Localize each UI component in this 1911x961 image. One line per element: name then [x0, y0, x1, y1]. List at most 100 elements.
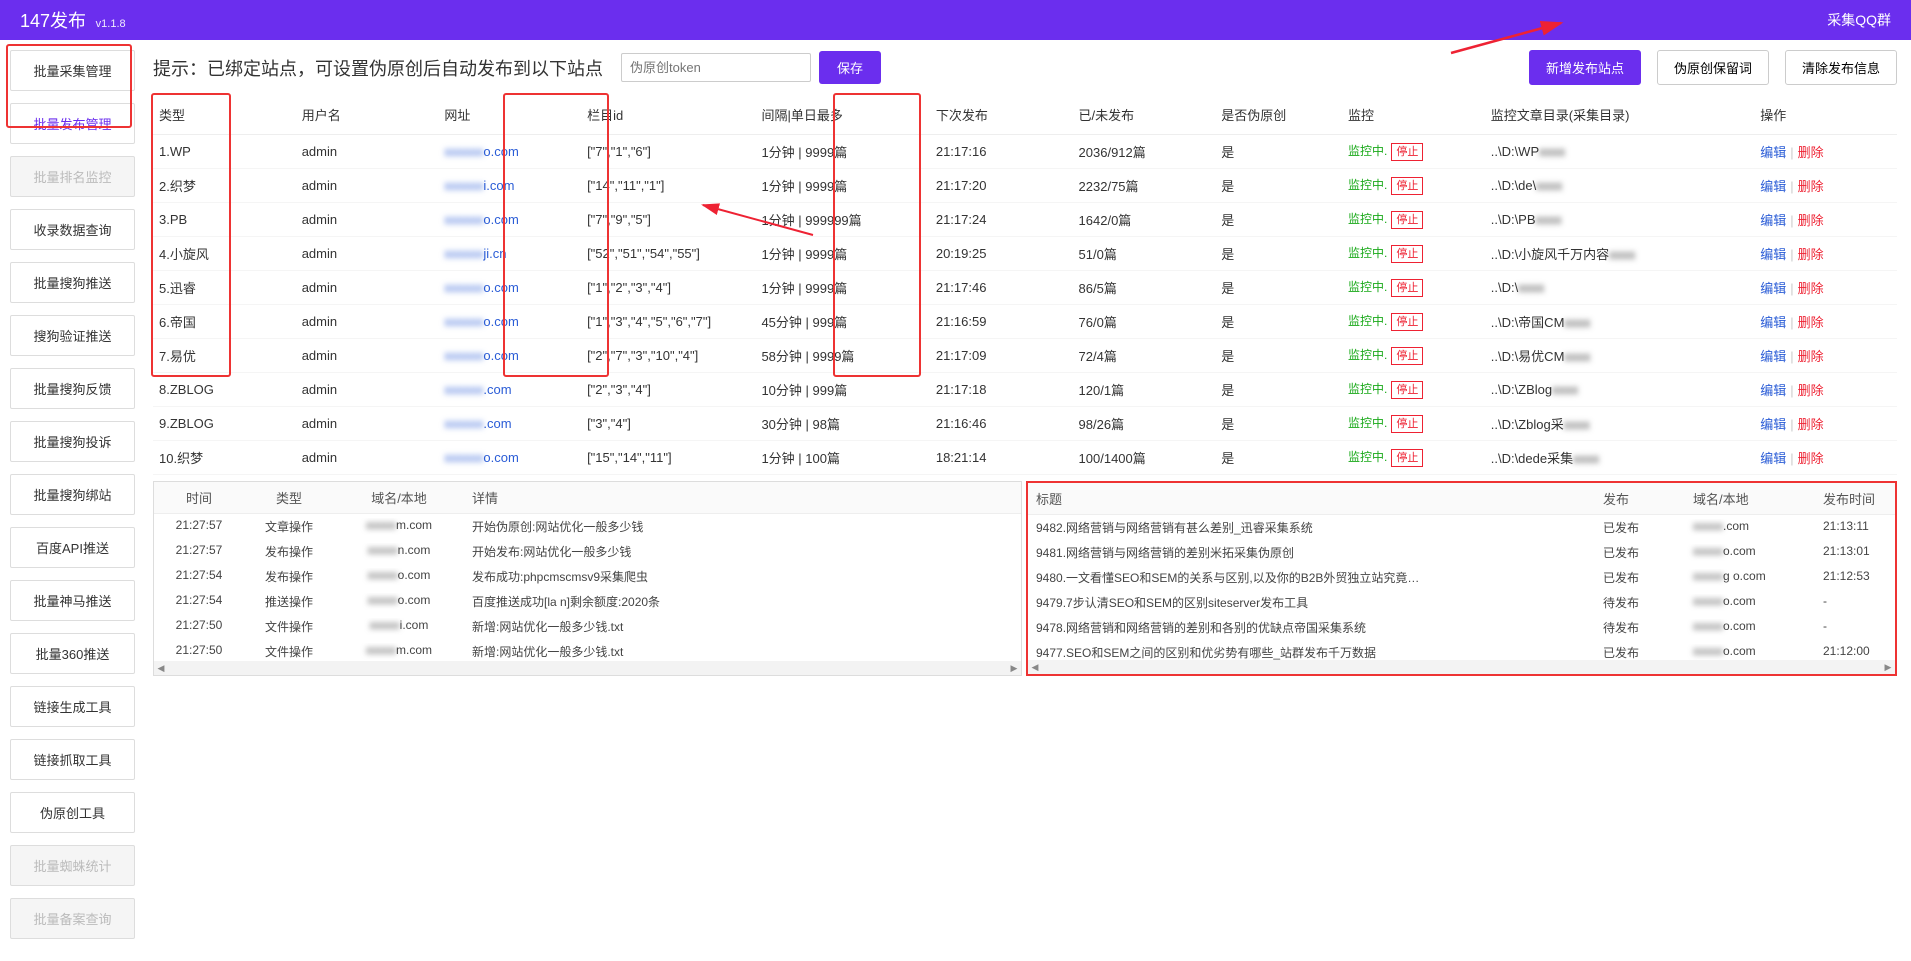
add-site-button[interactable]: 新增发布站点 [1529, 50, 1641, 85]
sidebar-item-7[interactable]: 批量搜狗投诉 [10, 421, 135, 462]
monitor-status: 监控中. [1348, 212, 1387, 226]
table-header: 间隔|单日最多 [755, 95, 929, 135]
sidebar-item-15: 批量蜘蛛统计 [10, 845, 135, 886]
sidebar-item-1[interactable]: 批量发布管理 [10, 103, 135, 144]
log-row: 21:27:57文章操作xxxxxm.com开始伪原创:网站优化一般多少钱 [154, 514, 1021, 539]
table-row: 10.织梦adminxxxxxxo.com["15","14","11"]1分钟… [153, 441, 1897, 475]
delete-link[interactable]: 删除 [1798, 179, 1824, 194]
scrollbar[interactable]: ◀▶ [154, 661, 1021, 675]
log-row: 21:27:57发布操作xxxxxn.com开始发布:网站优化一般多少钱 [154, 539, 1021, 564]
delete-link[interactable]: 删除 [1798, 349, 1824, 364]
monitor-status: 监控中. [1348, 314, 1387, 328]
edit-link[interactable]: 编辑 [1760, 145, 1786, 160]
sidebar-item-0[interactable]: 批量采集管理 [10, 50, 135, 91]
monitor-status: 监控中. [1348, 144, 1387, 158]
app-title: 147发布 v1.1.8 [20, 7, 126, 33]
stop-button[interactable]: 停止 [1391, 313, 1423, 331]
log-header: 时间 [154, 488, 244, 507]
delete-link[interactable]: 删除 [1798, 383, 1824, 398]
sidebar-item-13[interactable]: 链接抓取工具 [10, 739, 135, 780]
stop-button[interactable]: 停止 [1391, 449, 1423, 467]
log-header: 详情 [464, 488, 1021, 507]
save-button[interactable]: 保存 [819, 51, 881, 84]
table-header: 下次发布 [930, 95, 1073, 135]
table-header: 类型 [153, 95, 296, 135]
stop-button[interactable]: 停止 [1391, 143, 1423, 161]
table-row: 1.WPadminxxxxxxo.com["7","1","6"]1分钟 | 9… [153, 135, 1897, 169]
sidebar-item-14[interactable]: 伪原创工具 [10, 792, 135, 833]
table-header: 栏目id [581, 95, 755, 135]
log-header: 发布 [1595, 489, 1685, 508]
table-header: 是否伪原创 [1215, 95, 1342, 135]
monitor-status: 监控中. [1348, 382, 1387, 396]
sidebar-item-16: 批量备案查询 [10, 898, 135, 939]
table-header: 操作 [1754, 95, 1897, 135]
token-input[interactable] [621, 53, 811, 82]
delete-link[interactable]: 删除 [1798, 417, 1824, 432]
sidebar-item-3[interactable]: 收录数据查询 [10, 209, 135, 250]
stop-button[interactable]: 停止 [1391, 415, 1423, 433]
hint-text: 提示：已绑定站点，可设置伪原创后自动发布到以下站点 [153, 55, 603, 81]
sidebar: 批量采集管理批量发布管理批量排名监控收录数据查询批量搜狗推送搜狗验证推送批量搜狗… [0, 40, 145, 961]
delete-link[interactable]: 删除 [1798, 145, 1824, 160]
stop-button[interactable]: 停止 [1391, 177, 1423, 195]
log-row: 9480.一文看懂SEO和SEM的关系与区别,以及你的B2B外贸独立站究竟…已发… [1028, 565, 1895, 590]
monitor-status: 监控中. [1348, 246, 1387, 260]
stop-button[interactable]: 停止 [1391, 211, 1423, 229]
log-header: 域名/本地 [1685, 489, 1815, 508]
table-row: 8.ZBLOGadminxxxxxx.com["2","3","4"]10分钟 … [153, 373, 1897, 407]
sidebar-item-12[interactable]: 链接生成工具 [10, 686, 135, 727]
monitor-status: 监控中. [1348, 178, 1387, 192]
stop-button[interactable]: 停止 [1391, 347, 1423, 365]
scrollbar[interactable]: ◀▶ [1028, 660, 1895, 674]
sidebar-item-10[interactable]: 批量神马推送 [10, 580, 135, 621]
delete-link[interactable]: 删除 [1798, 315, 1824, 330]
log-panel-right: 标题发布域名/本地发布时间 9482.网络营销与网络营销有甚么差别_迅睿采集系统… [1026, 481, 1897, 676]
table-header: 用户名 [296, 95, 439, 135]
keep-words-button[interactable]: 伪原创保留词 [1657, 50, 1769, 85]
monitor-status: 监控中. [1348, 280, 1387, 294]
edit-link[interactable]: 编辑 [1760, 281, 1786, 296]
edit-link[interactable]: 编辑 [1760, 349, 1786, 364]
sidebar-item-9[interactable]: 百度API推送 [10, 527, 135, 568]
table-row: 2.织梦adminxxxxxxi.com["14","11","1"]1分钟 |… [153, 169, 1897, 203]
table-header: 监控 [1342, 95, 1485, 135]
delete-link[interactable]: 删除 [1798, 281, 1824, 296]
table-header: 网址 [438, 95, 581, 135]
sidebar-item-8[interactable]: 批量搜狗绑站 [10, 474, 135, 515]
log-row: 21:27:54发布操作xxxxxo.com发布成功:phpcmscmsv9采集… [154, 564, 1021, 589]
table-row: 4.小旋风adminxxxxxxji.cn["52","51","54","55… [153, 237, 1897, 271]
sites-table: 类型用户名网址栏目id间隔|单日最多下次发布已/未发布是否伪原创监控监控文章目录… [153, 95, 1897, 475]
delete-link[interactable]: 删除 [1798, 213, 1824, 228]
delete-link[interactable]: 删除 [1798, 247, 1824, 262]
qq-group-link[interactable]: 采集QQ群 [1827, 10, 1891, 30]
stop-button[interactable]: 停止 [1391, 279, 1423, 297]
delete-link[interactable]: 删除 [1798, 451, 1824, 466]
log-row: 21:27:50文件操作xxxxxi.com新增:网站优化一般多少钱.txt [154, 614, 1021, 639]
table-row: 7.易优adminxxxxxxo.com["2","7","3","10","4… [153, 339, 1897, 373]
log-row: 9478.网络营销和网络营销的差别和各别的优缺点帝国采集系统待发布xxxxxo.… [1028, 615, 1895, 640]
monitor-status: 监控中. [1348, 416, 1387, 430]
table-row: 6.帝国adminxxxxxxo.com["1","3","4","5","6"… [153, 305, 1897, 339]
stop-button[interactable]: 停止 [1391, 381, 1423, 399]
edit-link[interactable]: 编辑 [1760, 247, 1786, 262]
edit-link[interactable]: 编辑 [1760, 451, 1786, 466]
sidebar-item-5[interactable]: 搜狗验证推送 [10, 315, 135, 356]
log-row: 21:27:54推送操作xxxxxo.com百度推送成功[la n]剩余额度:2… [154, 589, 1021, 614]
clear-info-button[interactable]: 清除发布信息 [1785, 50, 1897, 85]
sidebar-item-4[interactable]: 批量搜狗推送 [10, 262, 135, 303]
edit-link[interactable]: 编辑 [1760, 213, 1786, 228]
monitor-status: 监控中. [1348, 348, 1387, 362]
edit-link[interactable]: 编辑 [1760, 383, 1786, 398]
topbar: 提示：已绑定站点，可设置伪原创后自动发布到以下站点 保存 新增发布站点 伪原创保… [153, 50, 1897, 85]
table-header: 监控文章目录(采集目录) [1485, 95, 1755, 135]
edit-link[interactable]: 编辑 [1760, 179, 1786, 194]
edit-link[interactable]: 编辑 [1760, 315, 1786, 330]
sidebar-item-11[interactable]: 批量360推送 [10, 633, 135, 674]
log-panel-left: 时间类型域名/本地详情 21:27:57文章操作xxxxxm.com开始伪原创:… [153, 481, 1022, 676]
table-row: 9.ZBLOGadminxxxxxx.com["3","4"]30分钟 | 98… [153, 407, 1897, 441]
stop-button[interactable]: 停止 [1391, 245, 1423, 263]
edit-link[interactable]: 编辑 [1760, 417, 1786, 432]
log-header: 发布时间 [1815, 489, 1895, 508]
sidebar-item-6[interactable]: 批量搜狗反馈 [10, 368, 135, 409]
